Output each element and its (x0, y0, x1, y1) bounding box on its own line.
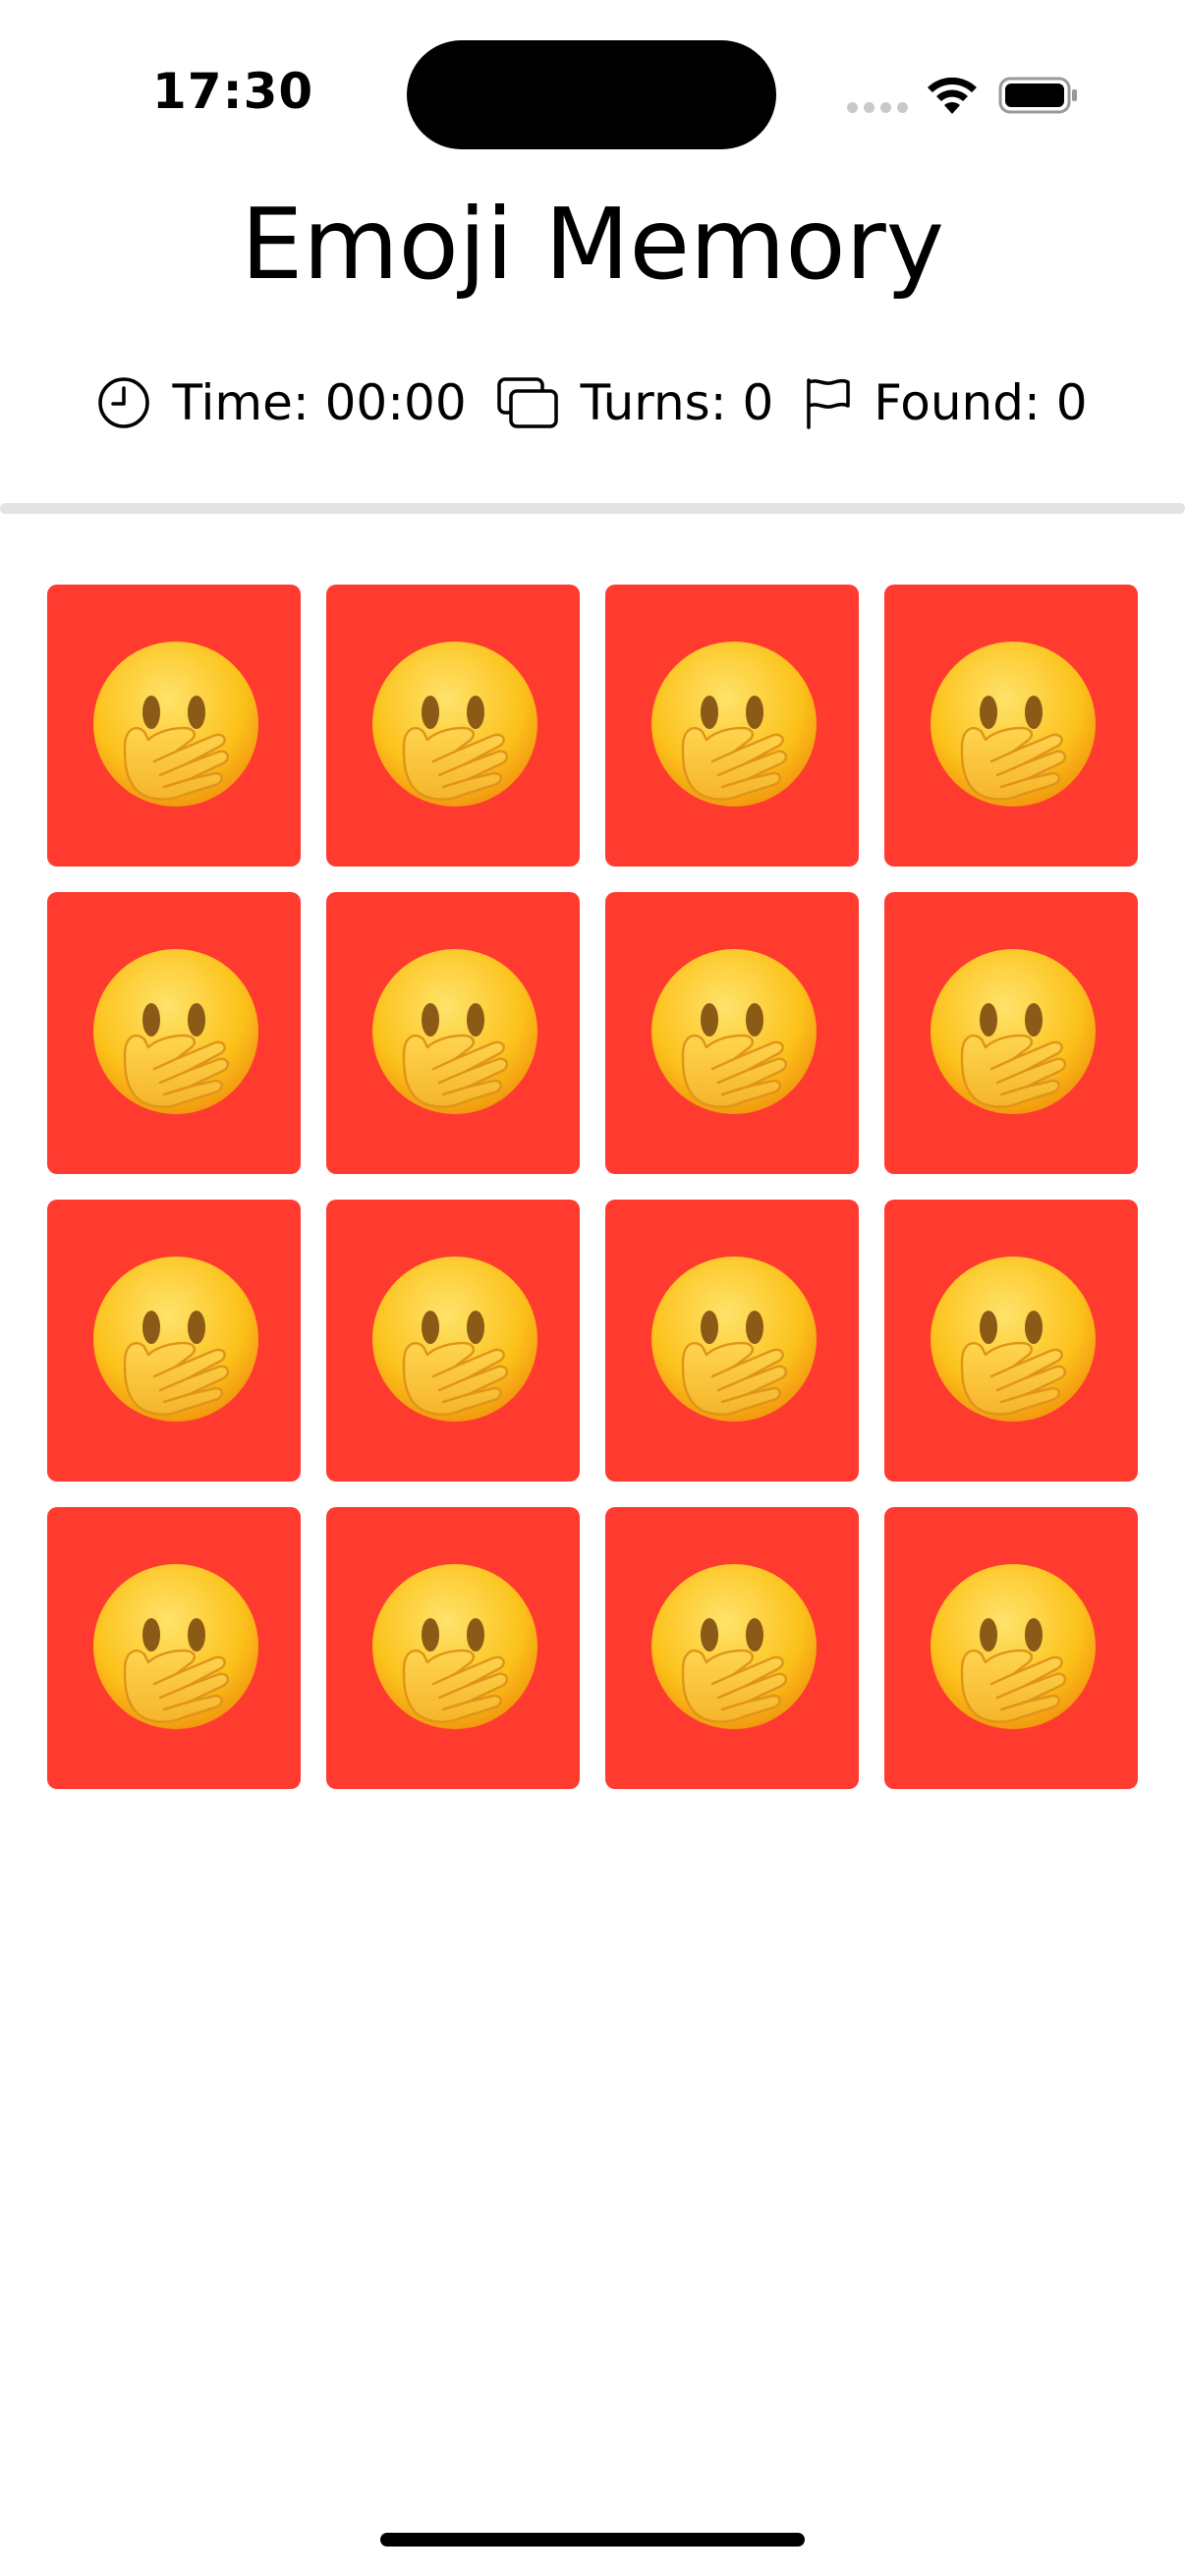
turns-stat: Turns: 0 (496, 374, 774, 431)
face-with-hand-over-mouth-emoji-icon (93, 641, 258, 807)
face-with-hand-over-mouth-emoji-icon (651, 948, 817, 1114)
memory-card[interactable] (326, 1507, 580, 1789)
memory-card[interactable] (605, 1200, 859, 1482)
memory-card[interactable] (605, 1507, 859, 1789)
cards-icon (496, 377, 558, 428)
face-with-hand-over-mouth-emoji-icon (372, 948, 537, 1114)
memory-card[interactable] (884, 1200, 1138, 1482)
memory-card[interactable] (47, 1200, 301, 1482)
face-with-hand-over-mouth-emoji-icon (651, 1563, 817, 1729)
memory-card[interactable] (326, 1200, 580, 1482)
memory-card[interactable] (605, 585, 859, 867)
timer-stat: Time: 00:00 (97, 374, 467, 431)
face-with-hand-over-mouth-emoji-icon (372, 641, 537, 807)
face-with-hand-over-mouth-emoji-icon (931, 1256, 1096, 1422)
memory-card[interactable] (884, 892, 1138, 1174)
found-stat: Found: 0 (803, 374, 1088, 431)
cellular-signal-icon (847, 102, 908, 113)
face-with-hand-over-mouth-emoji-icon (651, 1256, 817, 1422)
face-with-hand-over-mouth-emoji-icon (651, 641, 817, 807)
status-bar-time: 17:30 (152, 63, 314, 120)
face-with-hand-over-mouth-emoji-icon (93, 1256, 258, 1422)
memory-card[interactable] (884, 585, 1138, 867)
timer-label: Time: 00:00 (172, 374, 467, 431)
memory-card[interactable] (47, 585, 301, 867)
page-title: Emoji Memory (241, 187, 944, 302)
face-with-hand-over-mouth-emoji-icon (931, 1563, 1096, 1729)
game-stats-bar: Time: 00:00 Turns: 0 Found: 0 (0, 368, 1185, 437)
home-indicator[interactable] (380, 2533, 805, 2547)
card-grid (47, 585, 1138, 1789)
memory-card[interactable] (884, 1507, 1138, 1789)
memory-card[interactable] (47, 892, 301, 1174)
face-with-hand-over-mouth-emoji-icon (372, 1256, 537, 1422)
memory-card[interactable] (326, 892, 580, 1174)
face-with-hand-over-mouth-emoji-icon (93, 1563, 258, 1729)
memory-card[interactable] (326, 585, 580, 867)
turns-label: Turns: 0 (580, 374, 774, 431)
clock-icon (98, 377, 150, 428)
memory-card[interactable] (47, 1507, 301, 1789)
face-with-hand-over-mouth-emoji-icon (372, 1563, 537, 1729)
face-with-hand-over-mouth-emoji-icon (931, 948, 1096, 1114)
flag-icon (807, 378, 851, 429)
memory-card[interactable] (605, 892, 859, 1174)
battery-icon (998, 77, 1077, 114)
face-with-hand-over-mouth-emoji-icon (93, 948, 258, 1114)
header-divider (0, 503, 1185, 514)
found-label: Found: 0 (874, 374, 1088, 431)
wifi-icon (928, 77, 977, 114)
face-with-hand-over-mouth-emoji-icon (931, 641, 1096, 807)
dynamic-island (407, 40, 776, 149)
